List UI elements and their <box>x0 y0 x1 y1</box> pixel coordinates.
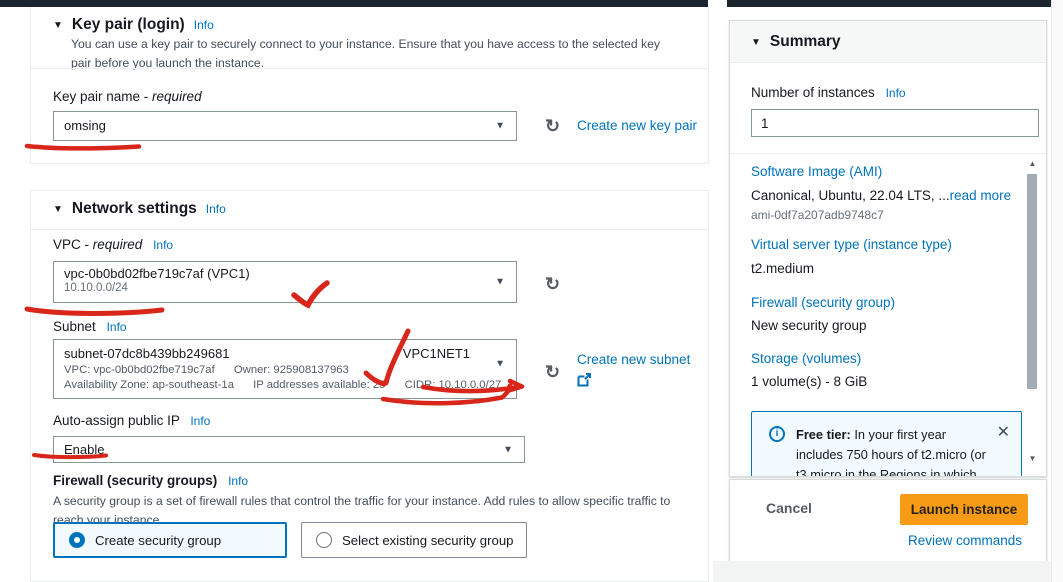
key-pair-section: ▼ Key pair (login) Info You can use a ke… <box>30 7 709 164</box>
summary-instance-type-link[interactable]: Virtual server type (instance type) <box>751 237 952 252</box>
subnet-info-link[interactable]: Info <box>107 320 127 334</box>
external-link-icon[interactable] <box>577 373 591 387</box>
network-settings-title: Network settings <box>72 200 197 218</box>
vpc-select[interactable]: vpc-0b0bd02fbe719c7af (VPC1) 10.10.0.0/2… <box>53 261 517 303</box>
summary-scrollbar[interactable]: ▲ ▼ <box>1026 154 1039 471</box>
key-pair-selected-value: omsing <box>54 112 516 140</box>
scroll-up-icon[interactable]: ▲ <box>1026 159 1039 168</box>
caret-down-icon: ▼ <box>495 121 505 132</box>
vpc-selected-cidr: 10.10.0.0/24 <box>54 281 516 294</box>
top-divider-bar-right <box>727 0 1063 7</box>
subnet-row-1: subnet-07dc8b439bb249681 VPC1NET1 <box>64 346 506 361</box>
firewall-label: Firewall (security groups) Info <box>53 473 248 488</box>
create-security-group-label: Create security group <box>95 533 221 548</box>
select-existing-security-group-option[interactable]: Select existing security group <box>301 522 527 558</box>
close-icon[interactable]: ✕ <box>997 422 1010 442</box>
summary-panel: ▼ Summary Number of instances Info Softw… <box>729 20 1047 477</box>
summary-ami-id: ami-0df7a207adb9748c7 <box>751 208 884 222</box>
chevron-down-icon: ▼ <box>53 204 63 215</box>
subnet-name: VPC1NET1 <box>403 346 470 361</box>
page-scrollbar[interactable] <box>1051 0 1063 582</box>
caret-down-icon: ▼ <box>495 359 505 370</box>
auto-assign-ip-select[interactable]: Enable ▼ <box>53 436 525 463</box>
subnet-select[interactable]: subnet-07dc8b439bb249681 VPC1NET1 VPC: v… <box>53 339 517 399</box>
subnet-id: subnet-07dc8b439bb249681 <box>64 346 230 361</box>
key-pair-header[interactable]: ▼ Key pair (login) Info <box>53 16 214 34</box>
chevron-down-icon: ▼ <box>53 20 63 31</box>
summary-storage-value: 1 volume(s) - 8 GiB <box>751 374 867 389</box>
vpc-label: VPC - required Info <box>53 237 173 252</box>
summary-title: Summary <box>770 33 841 51</box>
summary-firewall-link[interactable]: Firewall (security group) <box>751 295 895 310</box>
subnet-row-3: Availability Zone: ap-southeast-1a IP ad… <box>64 379 506 391</box>
refresh-vpc-button[interactable]: ↻ <box>545 275 560 293</box>
key-pair-info-link[interactable]: Info <box>194 18 214 32</box>
summary-ami-link[interactable]: Software Image (AMI) <box>751 164 882 179</box>
top-divider-bar-left <box>0 0 708 7</box>
scrollbar-thumb[interactable] <box>1027 174 1037 389</box>
vpc-info-link[interactable]: Info <box>153 238 173 252</box>
create-new-key-pair-link[interactable]: Create new key pair <box>577 118 697 133</box>
subnet-az: Availability Zone: ap-southeast-1a <box>64 379 234 391</box>
read-more-link[interactable]: read more <box>950 188 1012 203</box>
summary-firewall-value: New security group <box>751 318 867 333</box>
review-commands-link[interactable]: Review commands <box>908 533 1022 548</box>
caret-down-icon: ▼ <box>495 277 505 288</box>
subnet-row-2: VPC: vpc-0b0bd02fbe719c7af Owner: 925908… <box>64 364 506 376</box>
key-pair-name-label: Key pair name - required <box>53 89 202 104</box>
key-pair-title: Key pair (login) <box>72 16 185 34</box>
wizard-footer: Cancel Launch instance Review commands <box>729 479 1047 562</box>
section-divider <box>31 68 708 69</box>
auto-assign-ip-label: Auto-assign public IP Info <box>53 413 210 428</box>
section-divider <box>31 229 708 230</box>
summary-divider <box>730 153 1046 154</box>
page-background-strip <box>713 561 1063 582</box>
chevron-down-icon: ▼ <box>751 37 761 48</box>
summary-header[interactable]: ▼ Summary <box>730 21 1046 63</box>
create-security-group-option[interactable]: Create security group <box>53 522 287 558</box>
number-of-instances-input[interactable] <box>751 109 1039 137</box>
refresh-key-pairs-button[interactable]: ↻ <box>545 117 560 135</box>
free-tier-text: Free tier: In your first year includes 7… <box>796 425 996 477</box>
auto-assign-ip-info-link[interactable]: Info <box>190 414 210 428</box>
scroll-down-icon[interactable]: ▼ <box>1026 454 1039 463</box>
subnet-vpc: VPC: vpc-0b0bd02fbe719c7af <box>64 364 215 376</box>
radio-unselected-icon <box>316 532 332 548</box>
caret-down-icon: ▼ <box>503 444 513 455</box>
network-settings-info-link[interactable]: Info <box>206 202 226 216</box>
refresh-subnet-button[interactable]: ↻ <box>545 363 560 381</box>
subnet-label: Subnet Info <box>53 319 127 334</box>
select-existing-security-group-label: Select existing security group <box>342 533 514 548</box>
firewall-info-link[interactable]: Info <box>228 474 248 488</box>
auto-assign-ip-value: Enable <box>54 437 524 462</box>
vpc-selected-value: vpc-0b0bd02fbe719c7af (VPC1) <box>54 262 516 281</box>
subnet-owner: Owner: 925908137963 <box>234 364 349 376</box>
launch-instance-wizard: ▼ Key pair (login) Info You can use a ke… <box>0 0 1063 582</box>
cancel-button[interactable]: Cancel <box>766 500 812 516</box>
summary-ami-line: Canonical, Ubuntu, 22.04 LTS, ...read mo… <box>751 188 1011 203</box>
summary-storage-link[interactable]: Storage (volumes) <box>751 351 861 366</box>
subnet-ips: IP addresses available: 25 <box>253 379 385 391</box>
free-tier-alert: i Free tier: In your first year includes… <box>751 411 1022 477</box>
subnet-cidr: CIDR: 10.10.0.0/27 <box>405 379 502 391</box>
summary-instance-type-value: t2.medium <box>751 261 814 276</box>
network-settings-section: ▼ Network settings Info VPC - required I… <box>30 190 709 582</box>
launch-instance-button[interactable]: Launch instance <box>900 494 1028 525</box>
key-pair-select[interactable]: omsing ▼ <box>53 111 517 141</box>
number-of-instances-info-link[interactable]: Info <box>886 86 906 100</box>
radio-selected-icon <box>69 532 85 548</box>
network-settings-header[interactable]: ▼ Network settings Info <box>53 200 226 218</box>
number-of-instances-label: Number of instances Info <box>751 85 906 100</box>
create-new-subnet-link[interactable]: Create new subnet <box>577 352 690 367</box>
info-icon: i <box>769 426 785 442</box>
